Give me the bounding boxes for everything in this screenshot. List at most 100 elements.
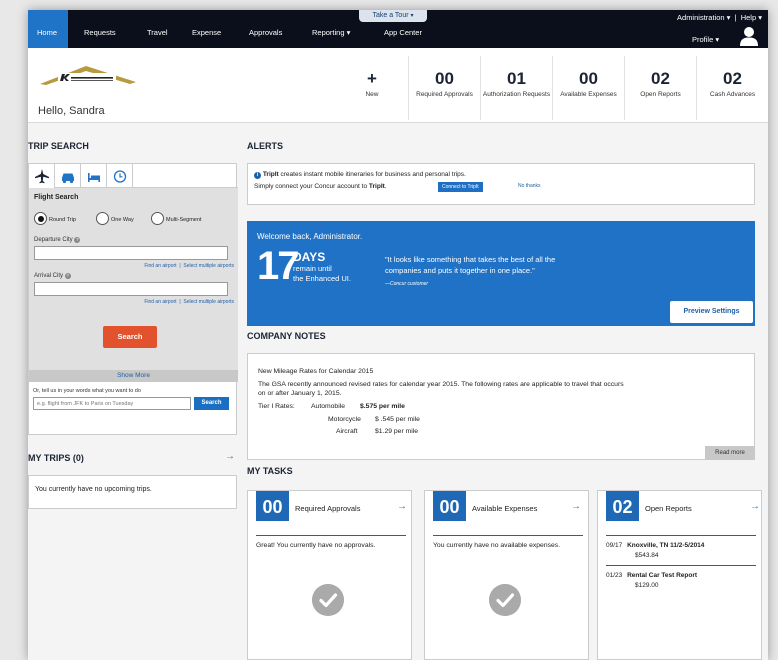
stat-open-reports[interactable]: 02 Open Reports — [624, 56, 696, 120]
greeting: Hello, Sandra — [38, 105, 105, 117]
preview-settings-button[interactable]: Preview Settings — [670, 301, 753, 323]
rate-1-value: $.575 per mile — [360, 403, 405, 410]
select-multiple-link[interactable]: Select multiple airports — [183, 263, 234, 269]
tab-flight[interactable] — [29, 164, 55, 188]
divider — [433, 535, 583, 536]
tab-history[interactable] — [107, 164, 133, 188]
stat-num: 01 — [507, 69, 526, 88]
stat-label: Open Reports — [640, 91, 681, 98]
stat-num: 02 — [651, 69, 670, 88]
task-card-available-expenses[interactable]: 00 Available Expenses → You currently ha… — [424, 490, 589, 660]
nav-requests[interactable]: Requests — [84, 28, 116, 37]
airplane-icon — [35, 169, 49, 184]
connect-tripit-button[interactable]: Connect to TripIt — [438, 182, 483, 192]
arrow-right-icon[interactable]: → — [750, 501, 760, 512]
nav-home-label: Home — [37, 28, 58, 37]
tab-hotel[interactable] — [81, 164, 107, 188]
bed-icon — [88, 173, 100, 182]
checkmark-icon — [312, 584, 344, 616]
departure-label-text: Departure City — [34, 237, 73, 243]
select-multiple-link[interactable]: Select multiple airports — [183, 299, 234, 305]
university-logo — [40, 66, 136, 85]
my-trips-empty: You currently have no upcoming trips. — [35, 486, 152, 493]
plus-icon: + — [367, 69, 377, 88]
nav-approvals[interactable]: Approvals — [249, 28, 282, 37]
nav-home[interactable]: Home — [28, 10, 68, 48]
flight-search-button[interactable]: Search — [103, 326, 157, 348]
checkmark-icon — [489, 584, 521, 616]
user-avatar-icon[interactable] — [738, 25, 760, 47]
multi-segment-radio[interactable] — [151, 212, 164, 225]
my-trips-panel: You currently have no upcoming trips. — [28, 475, 237, 509]
nav-app-center[interactable]: App Center — [384, 28, 422, 37]
clock-icon — [113, 170, 127, 183]
car-icon — [62, 173, 74, 184]
arrival-city-input[interactable] — [34, 282, 228, 296]
report-amount: $129.00 — [635, 582, 659, 589]
report-date: 09/17 — [606, 542, 623, 549]
chevron-down-icon: ▾ — [410, 13, 414, 19]
divider — [606, 565, 756, 566]
task-empty-message: You currently have no available expenses… — [433, 542, 561, 549]
notes-tier: Tier I Rates: — [258, 403, 295, 410]
task-empty-message: Great! You currently have no approvals. — [256, 542, 376, 549]
help-icon[interactable]: ? — [64, 273, 71, 279]
no-thanks-link[interactable]: No thanks — [518, 183, 541, 189]
read-more-button[interactable]: Read more — [705, 446, 755, 460]
chevron-down-icon: ▾ — [715, 35, 720, 44]
one-way-label: One Way — [111, 217, 134, 223]
task-title: Available Expenses — [472, 504, 538, 513]
trip-search-panel: Flight Search Round Trip One Way Multi-S… — [28, 163, 238, 435]
nav-expense[interactable]: Expense — [192, 28, 221, 37]
show-more-link[interactable]: Show More — [29, 370, 238, 382]
help-icon[interactable]: ? — [74, 237, 81, 243]
notes-body-2: on or after January 1, 2015. — [258, 390, 342, 397]
stat-label: Required Approvals — [416, 91, 473, 98]
find-airport-link[interactable]: Find an airport — [144, 263, 176, 269]
stat-available-expenses[interactable]: 00 Available Expenses — [552, 56, 624, 120]
report-name: Knoxville, TN 11/2-5/2014 — [627, 542, 705, 549]
task-card-required-approvals[interactable]: 00 Required Approvals → Great! You curre… — [247, 490, 412, 660]
chevron-down-icon: ▾ — [758, 13, 762, 22]
departure-city-input[interactable] — [34, 246, 228, 260]
stat-cash-advances[interactable]: 02 Cash Advances — [696, 56, 768, 120]
alert-line-1: i TripIt creates instant mobile itinerar… — [254, 171, 466, 179]
round-trip-label: Round Trip — [49, 217, 76, 223]
task-card-open-reports[interactable]: 02 Open Reports → 09/17 Knoxville, TN 11… — [597, 490, 762, 660]
nav-reporting[interactable]: Reporting ▾ — [312, 28, 350, 37]
alert-line-2: Simply connect your Concur account to Tr… — [254, 183, 387, 190]
my-trips-title: MY TRIPS (0) — [28, 453, 84, 463]
stat-authorization-requests[interactable]: 01 Authorization Requests — [480, 56, 552, 120]
remain-line-2: the Enhanced UI. — [293, 274, 351, 283]
task-title: Required Approvals — [295, 504, 361, 513]
profile-menu[interactable]: Profile ▾ — [692, 35, 719, 44]
divider — [606, 535, 756, 536]
welcome-banner: Welcome back, Administrator. 17 DAYS rem… — [247, 221, 755, 326]
task-count: 00 — [433, 491, 466, 521]
nl-search-button[interactable]: Search — [194, 397, 229, 410]
arrow-right-icon[interactable]: → — [571, 501, 581, 512]
nl-search-input[interactable] — [33, 397, 191, 410]
stat-new[interactable]: + New — [336, 56, 408, 120]
arrow-right-icon[interactable]: → — [397, 501, 407, 512]
arrow-right-icon[interactable]: → — [225, 451, 235, 462]
one-way-radio[interactable] — [96, 212, 109, 225]
stat-required-approvals[interactable]: 00 Required Approvals — [408, 56, 480, 120]
quote-line-1: "It looks like something that takes the … — [385, 255, 556, 264]
trip-search-title: TRIP SEARCH — [28, 141, 89, 151]
quote-citation: —Concur customer — [385, 281, 429, 287]
departure-label: Departure City ? — [34, 237, 81, 243]
nav-help[interactable]: Help — [741, 13, 756, 22]
take-tour-button[interactable]: Take a Tour ▾ — [359, 10, 427, 22]
nav-travel[interactable]: Travel — [147, 28, 168, 37]
report-amount: $543.84 — [635, 552, 659, 559]
info-icon: i — [254, 172, 261, 179]
find-airport-link[interactable]: Find an airport — [144, 299, 176, 305]
nav-administration[interactable]: Administration — [677, 13, 725, 22]
tab-car[interactable] — [55, 164, 81, 188]
report-item[interactable]: 01/23 Rental Car Test Report — [606, 571, 697, 580]
report-item[interactable]: 09/17 Knoxville, TN 11/2-5/2014 — [606, 541, 704, 550]
rate-2-name: Motorcycle — [328, 416, 361, 423]
round-trip-radio[interactable] — [34, 212, 47, 225]
days-count: 17 — [257, 244, 299, 288]
